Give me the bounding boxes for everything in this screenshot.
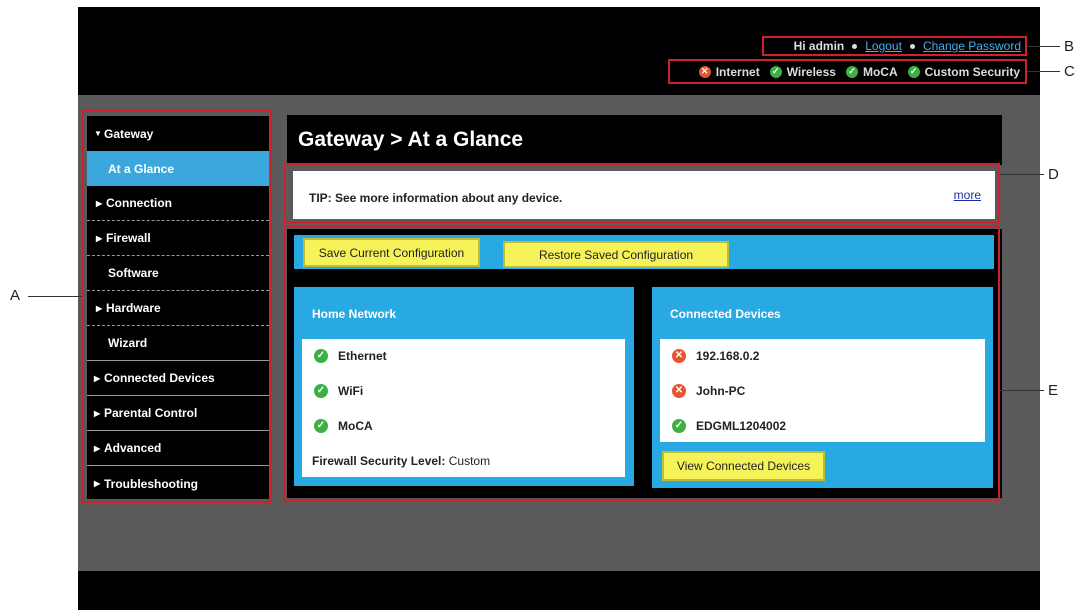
callout-box-b <box>762 36 1027 56</box>
callout-box-a <box>82 110 272 503</box>
callout-letter-e: E <box>1048 382 1059 399</box>
callout-box-e <box>284 226 1000 501</box>
callout-line-e <box>1000 390 1044 391</box>
callout-line-c <box>1027 71 1060 72</box>
page-title: Gateway > At a Glance <box>287 115 1002 165</box>
callout-letter-a: A <box>10 287 21 304</box>
app-footer-bar <box>78 571 1040 610</box>
callout-box-c <box>668 59 1027 84</box>
stage: Hi admin Logout Change Password ✕ Intern… <box>0 0 1076 610</box>
callout-letter-b: B <box>1064 38 1075 55</box>
callout-line-a <box>28 296 82 297</box>
callout-box-d <box>284 163 1000 223</box>
callout-line-d <box>1000 174 1044 175</box>
callout-line-b <box>1027 46 1060 47</box>
callout-letter-d: D <box>1048 166 1059 183</box>
callout-letter-c: C <box>1064 63 1075 80</box>
